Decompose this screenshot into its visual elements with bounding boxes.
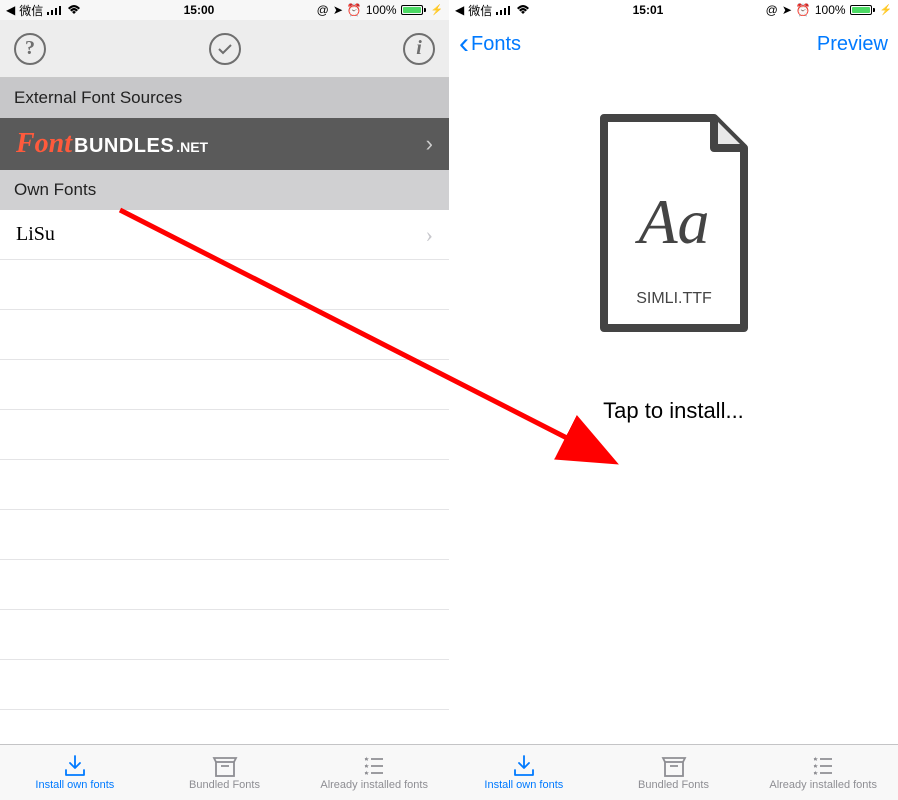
status-bar: ◀ 微信 15:00 @ ➤ ⏰ 100% ⚡	[0, 0, 449, 20]
signal-icon	[47, 5, 63, 15]
svg-text:★: ★	[364, 763, 369, 770]
section-external-fonts: External Font Sources	[0, 78, 449, 118]
list-item	[0, 610, 449, 660]
svg-text:★: ★	[813, 770, 818, 777]
download-icon	[62, 755, 88, 777]
toolbar: ? i	[0, 20, 449, 78]
phone-left: ◀ 微信 15:00 @ ➤ ⏰ 100% ⚡	[0, 0, 449, 800]
back-button[interactable]: ‹ Fonts	[459, 29, 521, 59]
chevron-right-icon: ›	[426, 131, 433, 157]
tab-already-installed[interactable]: ★★★ Already installed fonts	[299, 755, 449, 791]
list-item	[0, 510, 449, 560]
tab-bar: Install own fonts Bundled Fonts ★★★ Alre…	[0, 744, 449, 800]
preview-content: Aa SIMLI.TTF Tap to install...	[449, 68, 898, 744]
chevron-left-icon: ‹	[459, 29, 469, 59]
signal-icon	[496, 5, 512, 15]
battery-percent: 100%	[366, 3, 397, 17]
wifi-icon	[67, 5, 81, 15]
list-stars-icon: ★★★	[361, 755, 387, 777]
battery-icon	[401, 5, 426, 15]
battery-percent: 100%	[815, 3, 846, 17]
status-time: 15:01	[633, 3, 664, 17]
tab-label: Install own fonts	[35, 779, 114, 791]
tab-label: Already installed fonts	[320, 779, 428, 791]
tab-install-own-fonts[interactable]: Install own fonts	[0, 755, 150, 791]
wifi-icon	[516, 5, 530, 15]
font-list: LiSu ›	[0, 210, 449, 744]
svg-text:★: ★	[813, 763, 818, 770]
font-name: LiSu	[16, 223, 55, 246]
tab-already-installed[interactable]: ★★★ Already installed fonts	[748, 755, 898, 791]
list-item	[0, 410, 449, 460]
box-icon	[212, 755, 238, 777]
svg-text:★: ★	[364, 770, 369, 777]
svg-text:★: ★	[813, 756, 818, 763]
back-square-icon: ◀	[6, 3, 15, 17]
carrier-label: 微信	[468, 2, 492, 19]
section-own-fonts: Own Fonts	[0, 170, 449, 210]
list-item	[0, 310, 449, 360]
preview-button[interactable]: Preview	[817, 33, 888, 56]
fontbundles-logo: Font BUNDLES .NET	[16, 128, 208, 160]
list-item	[0, 660, 449, 710]
list-stars-icon: ★★★	[810, 755, 836, 777]
tab-label: Install own fonts	[484, 779, 563, 791]
tab-bundled-fonts[interactable]: Bundled Fonts	[150, 755, 300, 791]
back-label: Fonts	[471, 33, 521, 56]
help-button[interactable]: ?	[14, 33, 46, 65]
tab-label: Bundled Fonts	[189, 779, 260, 791]
charging-icon: ⚡	[880, 5, 892, 16]
list-item	[0, 560, 449, 610]
svg-text:★: ★	[364, 756, 369, 763]
info-button[interactable]: i	[403, 33, 435, 65]
status-time: 15:00	[184, 3, 215, 17]
at-icon: @	[766, 3, 778, 17]
check-button[interactable]	[209, 33, 241, 65]
nav-bar: ‹ Fonts Preview	[449, 20, 898, 68]
tab-install-own-fonts[interactable]: Install own fonts	[449, 755, 599, 791]
list-item	[0, 260, 449, 310]
svg-text:SIMLI.TTF: SIMLI.TTF	[636, 290, 712, 307]
phone-right: ◀ 微信 15:01 @ ➤ ⏰ 100% ⚡	[449, 0, 898, 800]
charging-icon: ⚡	[431, 5, 443, 16]
at-icon: @	[317, 3, 329, 17]
svg-text:Aa: Aa	[634, 186, 709, 257]
alarm-icon: ⏰	[347, 3, 362, 17]
back-square-icon: ◀	[455, 3, 464, 17]
list-item	[0, 460, 449, 510]
location-icon: ➤	[782, 3, 792, 17]
font-file-icon[interactable]: Aa SIMLI.TTF	[584, 108, 764, 338]
status-bar: ◀ 微信 15:01 @ ➤ ⏰ 100% ⚡	[449, 0, 898, 20]
carrier-label: 微信	[19, 2, 43, 19]
font-row-lisu[interactable]: LiSu ›	[0, 210, 449, 260]
box-icon	[661, 755, 687, 777]
list-item	[0, 360, 449, 410]
download-icon	[511, 755, 537, 777]
battery-icon	[850, 5, 875, 15]
alarm-icon: ⏰	[796, 3, 811, 17]
tab-label: Bundled Fonts	[638, 779, 709, 791]
tap-to-install-label[interactable]: Tap to install...	[603, 398, 744, 424]
fontbundles-row[interactable]: Font BUNDLES .NET ›	[0, 118, 449, 170]
tab-bar: Install own fonts Bundled Fonts ★★★ Alre…	[449, 744, 898, 800]
location-icon: ➤	[333, 3, 343, 17]
tab-label: Already installed fonts	[769, 779, 877, 791]
chevron-right-icon: ›	[426, 222, 433, 248]
tab-bundled-fonts[interactable]: Bundled Fonts	[599, 755, 749, 791]
